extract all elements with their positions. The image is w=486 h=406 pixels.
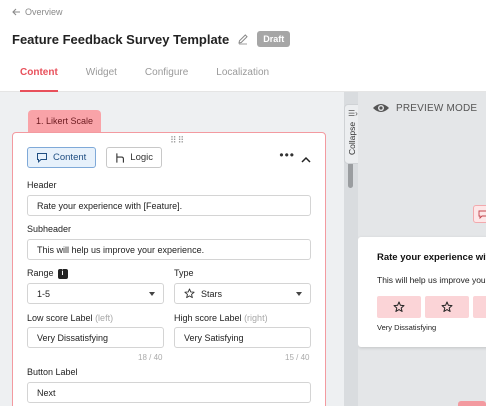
header-input-value: Rate your experience with [Feature]. <box>37 200 183 211</box>
low-score-field-label: Low score Label (left) <box>27 313 113 323</box>
logic-segment-button[interactable]: Logic <box>106 147 162 168</box>
chevron-down-icon <box>296 292 302 296</box>
low-score-input[interactable]: Very Dissatisfying <box>27 327 164 348</box>
collapse-icons: ☰› <box>348 109 358 118</box>
content-segment-label: Content <box>53 152 87 163</box>
type-select[interactable]: Stars <box>174 283 311 304</box>
high-score-counter: 15 / 40 <box>285 353 310 362</box>
preview-card-title: Rate your experience wit <box>377 252 486 263</box>
chat-bubble-icon <box>37 153 47 163</box>
type-select-value: Stars <box>201 288 223 299</box>
preview-star-option[interactable] <box>425 296 469 318</box>
low-score-label-text: Low score Label <box>27 313 93 323</box>
header-field-label: Header <box>27 180 57 190</box>
chevron-up-icon[interactable] <box>301 150 311 168</box>
content-segment-button[interactable]: Content <box>27 147 96 168</box>
preview-star-option[interactable] <box>473 296 486 318</box>
button-label-input[interactable]: Next <box>27 382 311 403</box>
star-icon <box>441 301 453 312</box>
high-score-field-label: High score Label (right) <box>174 313 268 323</box>
tab-widget[interactable]: Widget <box>86 58 117 92</box>
eye-icon <box>373 104 389 112</box>
comment-icon <box>478 210 486 220</box>
button-label-field-label: Button Label <box>27 367 78 377</box>
question-tab[interactable]: 1. Likert Scale <box>28 110 101 132</box>
preview-bottom-indicator <box>458 401 486 406</box>
preview-card-subtitle: This will help us improve your <box>377 275 486 285</box>
preview-panel: PREVIEW MODE Rate your experience wit Th… <box>358 92 486 406</box>
high-score-label-text: High score Label <box>174 313 242 323</box>
preview-survey-card: Rate your experience wit This will help … <box>358 237 486 347</box>
preview-low-label: Very Dissatisfying <box>377 323 437 332</box>
back-link[interactable]: Overview <box>12 7 63 17</box>
subheader-input-value: This will help us improve your experienc… <box>37 244 205 255</box>
high-score-input-value: Very Satisfying <box>184 332 244 343</box>
low-score-hint: (left) <box>95 313 114 323</box>
more-options-icon[interactable]: ••• <box>279 148 295 162</box>
back-link-label: Overview <box>25 7 63 17</box>
tab-content[interactable]: Content <box>20 58 58 92</box>
range-label-text: Range <box>27 268 54 278</box>
range-select[interactable]: 1-5 <box>27 283 164 304</box>
star-icon <box>393 301 405 312</box>
tab-configure[interactable]: Configure <box>145 58 188 92</box>
range-field-label: Range i <box>27 268 68 279</box>
collapse-label: Collapse <box>347 121 357 155</box>
subheader-field-label: Subheader <box>27 224 72 234</box>
preview-star-option[interactable] <box>377 296 421 318</box>
header-input[interactable]: Rate your experience with [Feature]. <box>27 195 311 216</box>
drag-handle-icon[interactable]: ⠿⠿ <box>170 135 185 146</box>
low-score-input-value: Very Dissatisfying <box>37 332 109 343</box>
preview-header: PREVIEW MODE <box>372 102 477 114</box>
arrow-left-icon <box>12 8 20 16</box>
top-bar: Overview Feature Feedback Survey Templat… <box>0 0 486 92</box>
branch-icon <box>116 152 124 163</box>
editor-panel: 1. Likert Scale ⠿⠿ Content Logic ••• Hea… <box>0 92 344 406</box>
button-label-input-value: Next <box>37 387 56 398</box>
range-select-value: 1-5 <box>37 288 51 299</box>
high-score-input[interactable]: Very Satisfying <box>174 327 311 348</box>
low-score-counter: 18 / 40 <box>138 353 163 362</box>
preview-widget-tab[interactable] <box>473 205 486 223</box>
chevron-down-icon <box>149 292 155 296</box>
logic-segment-label: Logic <box>130 152 153 163</box>
tab-localization[interactable]: Localization <box>216 58 269 92</box>
scrollbar-thumb[interactable] <box>348 162 353 188</box>
subheader-input[interactable]: This will help us improve your experienc… <box>27 239 311 260</box>
type-field-label: Type <box>174 268 194 278</box>
tab-bar: Content Widget Configure Localization <box>0 58 277 92</box>
question-card: ⠿⠿ Content Logic ••• Header Rate your ex… <box>12 132 326 406</box>
preview-mode-label: PREVIEW MODE <box>396 102 478 114</box>
star-icon <box>184 288 195 299</box>
page-title: Feature Feedback Survey Template <box>12 31 230 47</box>
title-row: Feature Feedback Survey Template Draft <box>12 31 291 47</box>
info-icon[interactable]: i <box>57 268 68 279</box>
pencil-icon[interactable] <box>237 33 249 45</box>
high-score-hint: (right) <box>244 313 268 323</box>
status-badge: Draft <box>257 31 291 47</box>
